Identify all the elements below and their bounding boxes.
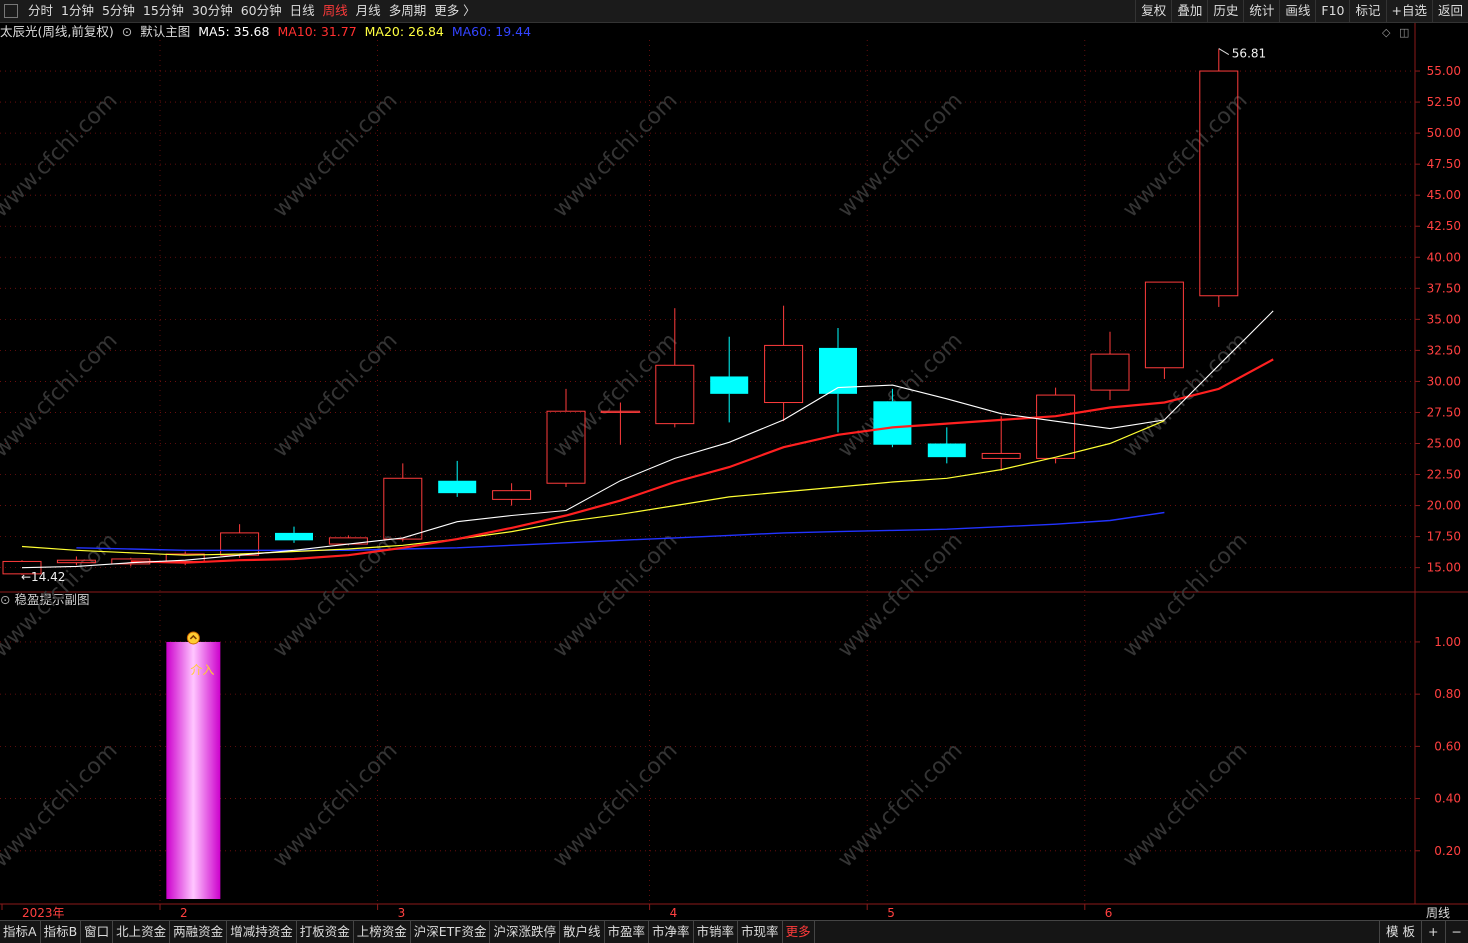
indicator-tab-14[interactable]: 市现率 xyxy=(738,921,783,943)
sub-y-tick-label: 1.00 xyxy=(1434,635,1461,649)
y-tick-label: 50.00 xyxy=(1427,126,1461,140)
x-tick-label: 3 xyxy=(398,906,406,920)
indicator-tab-9[interactable]: 沪深涨跌停 xyxy=(490,921,560,943)
bottom-right-buttons: 模 板 + − xyxy=(1379,921,1468,943)
y-tick-label: 42.50 xyxy=(1427,219,1461,233)
signal-bar xyxy=(166,641,221,899)
candle-down xyxy=(275,532,313,541)
watermark-text: www.cfchi.com xyxy=(0,328,123,462)
candle-down xyxy=(710,376,749,394)
sub-y-tick-label: 0.60 xyxy=(1434,739,1461,753)
candle-down xyxy=(873,401,912,445)
candle-down xyxy=(438,480,477,494)
watermark-text: www.cfchi.com xyxy=(1118,88,1252,222)
sub-y-tick-label: 0.20 xyxy=(1434,844,1461,858)
candle-up xyxy=(492,490,532,500)
indicator-tab-0[interactable]: 指标A xyxy=(0,921,41,943)
indicator-tab-2[interactable]: 窗口 xyxy=(81,921,114,943)
watermark-text: www.cfchi.com xyxy=(1118,738,1252,872)
candle-up xyxy=(764,344,804,404)
min-price-label: ←14.42 xyxy=(21,570,65,584)
y-tick-label: 27.50 xyxy=(1427,405,1461,419)
sub-y-tick-label: 0.80 xyxy=(1434,687,1461,701)
bottom-btn-0[interactable]: 模 板 xyxy=(1379,921,1421,943)
y-tick-label: 37.50 xyxy=(1427,281,1461,295)
y-tick-label: 52.50 xyxy=(1427,95,1461,109)
watermark-text: www.cfchi.com xyxy=(833,738,967,872)
max-pointer xyxy=(1218,48,1230,55)
bottom-toolbar: 指标A 指标B 窗口 北上资金 两融资金 增减持资金 打板资金 上榜资金 沪深ETF资金 沪深涨跌… xyxy=(0,920,1468,943)
bottom-btn-2[interactable]: − xyxy=(1444,921,1468,943)
indicator-tab-5[interactable]: 增减持资金 xyxy=(227,921,297,943)
y-tick-label: 25.00 xyxy=(1427,436,1461,450)
watermark-text: www.cfchi.com xyxy=(0,88,123,222)
watermark-text: www.cfchi.com xyxy=(548,738,682,872)
y-tick-label: 20.00 xyxy=(1427,499,1461,513)
indicator-tab-10[interactable]: 散户线 xyxy=(560,921,605,943)
watermark-text: www.cfchi.com xyxy=(548,88,682,222)
watermark-text: www.cfchi.com xyxy=(0,738,123,872)
y-tick-label: 22.50 xyxy=(1427,468,1461,482)
kline-chart[interactable]: 15.00 17.50 20.00 22.50 25.00 27.50 30.00 32.50… xyxy=(0,0,1468,920)
signal-label: 介入 xyxy=(190,663,214,677)
y-tick-label: 35.00 xyxy=(1427,312,1461,326)
indicator-tab-8[interactable]: 沪深ETF资金 xyxy=(411,921,491,943)
bottom-btn-1[interactable]: + xyxy=(1421,921,1444,943)
indicator-tab-3[interactable]: 北上资金 xyxy=(113,921,171,943)
sub-y-tick-label: 0.40 xyxy=(1434,792,1461,806)
y-tick-label: 17.50 xyxy=(1427,530,1461,544)
indicator-tab-7[interactable]: 上榜资金 xyxy=(354,921,411,943)
period-label: 周线 xyxy=(1426,906,1450,920)
x-tick-label: 2 xyxy=(180,906,188,920)
watermark-text: www.cfchi.com xyxy=(268,528,402,662)
y-tick-label: 30.00 xyxy=(1427,374,1461,388)
candle-down xyxy=(927,443,966,458)
candle-up xyxy=(655,364,695,425)
max-price-label: 56.81 xyxy=(1232,47,1266,61)
candle-up xyxy=(220,532,260,556)
indicator-tab-15[interactable]: 更多 xyxy=(783,921,815,943)
watermark-text: www.cfchi.com xyxy=(548,328,682,462)
watermark-text: www.cfchi.com xyxy=(268,738,402,872)
indicator-tab-11[interactable]: 市盈率 xyxy=(605,921,650,943)
y-tick-label: 15.00 xyxy=(1427,561,1461,575)
watermark-text: www.cfchi.com xyxy=(833,88,967,222)
candle-up xyxy=(1090,353,1130,391)
candle-up xyxy=(981,452,1021,459)
indicator-tab-6[interactable]: 打板资金 xyxy=(297,921,354,943)
watermark-text: www.cfchi.com xyxy=(833,528,967,662)
watermark-text: www.cfchi.com xyxy=(268,88,402,222)
watermark-text: www.cfchi.com xyxy=(1118,528,1252,662)
y-tick-label: 32.50 xyxy=(1427,343,1461,357)
watermark-text: www.cfchi.com xyxy=(548,528,682,662)
watermark-text: www.cfchi.com xyxy=(1118,328,1252,462)
y-tick-label: 55.00 xyxy=(1427,64,1461,78)
candle-up xyxy=(1144,281,1184,369)
x-tick-label: 2023年 xyxy=(22,906,65,920)
ma20-line xyxy=(21,420,1165,556)
indicator-tab-1[interactable]: 指标B xyxy=(41,921,82,943)
indicator-tab-13[interactable]: 市销率 xyxy=(694,921,739,943)
watermark-text: www.cfchi.com xyxy=(268,328,402,462)
signal-up-icon xyxy=(186,631,200,645)
x-tick-label: 4 xyxy=(670,906,678,920)
x-tick-label: 6 xyxy=(1105,906,1113,920)
indicator-tab-4[interactable]: 两融资金 xyxy=(170,921,228,943)
indicator-tabs: 指标A 指标B 窗口 北上资金 两融资金 增减持资金 打板资金 上榜资金 沪深ETF资金 沪深涨跌… xyxy=(0,921,815,943)
indicator-tab-12[interactable]: 市净率 xyxy=(649,921,694,943)
y-tick-label: 40.00 xyxy=(1427,250,1461,264)
y-tick-label: 45.00 xyxy=(1427,188,1461,202)
x-tick-label: 5 xyxy=(887,906,895,920)
candle-up xyxy=(1036,394,1076,459)
y-tick-label: 47.50 xyxy=(1427,157,1461,171)
candle-up xyxy=(383,477,423,540)
